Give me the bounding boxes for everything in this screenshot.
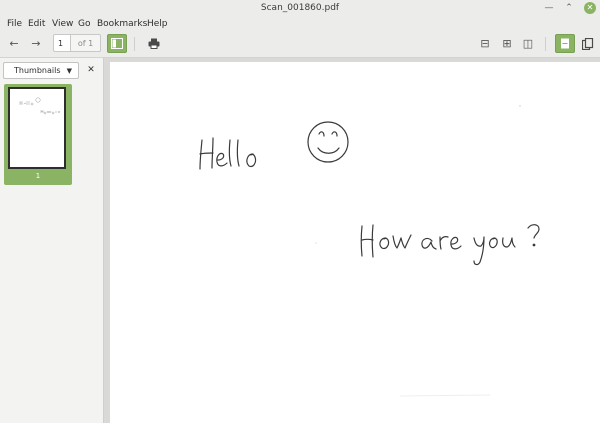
document-viewport[interactable]: [104, 58, 600, 423]
forward-arrow-icon[interactable]: →: [27, 35, 45, 52]
window-title: Scan_001860.pdf: [260, 3, 340, 13]
toolbar-separator: [134, 37, 135, 51]
sidebar-view-dropdown[interactable]: Thumbnails ▼: [3, 62, 79, 79]
sidebar-view-label: Thumbnails: [14, 66, 61, 75]
menu-bookmarks[interactable]: Bookmarks: [97, 16, 147, 32]
close-icon[interactable]: ✕: [584, 2, 596, 14]
sidebar: Thumbnails ▼ ✕ 1: [0, 58, 104, 423]
menu-file[interactable]: File: [7, 16, 22, 32]
menu-go[interactable]: Go: [78, 16, 90, 32]
sidebar-toggle-button[interactable]: [107, 34, 127, 53]
printer-glyph: [148, 38, 160, 49]
continuous-view-button[interactable]: [555, 34, 575, 53]
maximize-icon[interactable]: ⌃: [563, 2, 575, 14]
menu-edit[interactable]: Edit: [28, 16, 45, 32]
zoom-in-icon[interactable]: ⊞: [498, 35, 516, 52]
menu-help[interactable]: Help: [147, 16, 168, 32]
dual-page-icon[interactable]: [579, 35, 597, 52]
back-arrow-icon[interactable]: ←: [5, 35, 23, 52]
dual-pages-glyph: [582, 37, 594, 50]
zoom-out-icon[interactable]: ⊟: [476, 35, 494, 52]
menu-bar: File Edit View Go Bookmarks Help: [0, 16, 600, 32]
page-count-label: of 1: [71, 34, 101, 52]
zoom-fit-icon[interactable]: ◫: [519, 35, 537, 52]
title-bar: Scan_001860.pdf — ⌃ ✕: [0, 0, 600, 16]
scanned-handwriting-image: [199, 105, 540, 397]
page-number-input[interactable]: 1: [53, 34, 71, 52]
pdf-page: [110, 62, 600, 423]
print-icon[interactable]: [145, 35, 163, 52]
toolbar-separator: [545, 37, 546, 51]
menu-view[interactable]: View: [52, 16, 73, 32]
thumbnail-page-preview: [8, 87, 66, 169]
thumbnail-page-number: 1: [35, 172, 41, 180]
page-thumbnail[interactable]: 1: [4, 84, 72, 185]
chevron-down-icon: ▼: [66, 67, 72, 75]
sidebar-panel-icon: [111, 38, 123, 49]
sidebar-close-icon[interactable]: ✕: [84, 63, 98, 77]
minimize-icon[interactable]: —: [543, 2, 555, 14]
continuous-pages-icon: [561, 38, 569, 49]
thumbnail-handwriting-image: [19, 97, 61, 115]
